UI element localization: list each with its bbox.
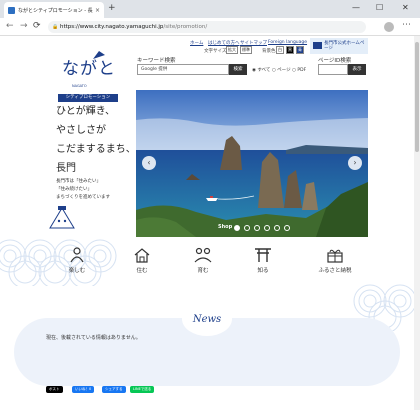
page-scrollbar[interactable] [414, 36, 420, 410]
browser-tab[interactable]: ながとシティプロモーション - 長門市出 × [4, 2, 104, 18]
hero-sub-line: まちづくりを進めています [56, 195, 110, 200]
page-id-input[interactable] [318, 64, 348, 75]
contrast-black-button[interactable]: 黒 [286, 46, 294, 54]
slide-dot[interactable] [284, 225, 290, 231]
lock-icon: 🔒 [52, 24, 59, 30]
logo-flag-icon [93, 51, 105, 59]
site-logo[interactable]: ながと NAGATO シティプロモーション [58, 50, 118, 104]
nav-enjoy[interactable]: 楽しむ [52, 246, 102, 274]
slide-dot[interactable] [244, 225, 250, 231]
browser-menu-icon[interactable]: ⋯ [402, 20, 411, 30]
city-flag-icon [313, 42, 322, 49]
house-icon [134, 248, 150, 263]
hero-seascape-image [136, 90, 368, 237]
favicon-icon [8, 6, 15, 14]
official-site-link[interactable]: 長門市公式ホームページ [310, 38, 368, 54]
keyword-search-input[interactable]: Google 提供 [137, 64, 229, 75]
browser-tab-bar: ながとシティプロモーション - 長門市出 × + — ☐ ✕ [0, 0, 420, 18]
news-heading: News [182, 302, 232, 336]
page-content: ながと NAGATO シティプロモーション ホーム はじめての方へ サイトマップ… [0, 36, 414, 410]
nav-enjoy-label: 楽しむ [68, 268, 86, 274]
keyword-search-title: キーワード検索 [137, 58, 176, 64]
radio-all[interactable]: ◉ すべて [252, 68, 270, 73]
maximize-button[interactable]: ☐ [376, 3, 383, 12]
family-icon [194, 247, 212, 263]
hero-sub-line: 「住み続けたい」 [56, 187, 92, 192]
line-share-button[interactable]: LINEで送る [130, 386, 155, 393]
link-foreign-language[interactable]: Foreign language [268, 40, 307, 45]
url-path: /site/promotion/ [163, 24, 208, 30]
keyword-search-placeholder: Google 提供 [141, 67, 168, 72]
contrast-white-button[interactable]: 白 [276, 46, 284, 54]
search-scope-radios[interactable]: ◉ すべて ○ ページ ○ PDF [252, 67, 306, 73]
logo-small-text: NAGATO [72, 84, 87, 88]
hero-line: やさしさが [56, 125, 106, 136]
new-tab-button[interactable]: + [108, 3, 116, 13]
forward-button[interactable]: → [20, 21, 28, 31]
link-home[interactable]: ホーム [190, 40, 203, 46]
nav-know[interactable]: 知る [238, 246, 288, 274]
hero-line: ひとが輝き、 [56, 106, 115, 117]
slide-dot[interactable] [274, 225, 280, 231]
nav-raise[interactable]: 育む [178, 246, 228, 274]
logo-subtitle: シティプロモーション [58, 94, 118, 102]
keyword-search-button[interactable]: 検索 [229, 64, 247, 75]
hero-catchphrase: ひとが輝き、 やさしさが こだまするまち、 長門 [56, 102, 136, 178]
contrast-label: 背景色 [262, 49, 276, 54]
url-host: https://www.city.nagato.yamaguchi.jp [60, 24, 164, 30]
back-button[interactable]: ← [6, 21, 14, 31]
nav-hometown-tax[interactable]: ふるさと納税 [310, 246, 360, 274]
page-id-button[interactable]: 表示 [348, 64, 366, 75]
gift-icon [327, 249, 343, 263]
profile-avatar[interactable] [384, 22, 394, 32]
url-field[interactable]: 🔒 https://www.city.nagato.yamaguchi.jp/s… [48, 21, 366, 33]
hero-subtext: 長門市は「住みたい」 「住み続けたい」 まちづくりを進めています [56, 178, 110, 202]
nav-hometown-tax-label: ふるさと納税 [318, 268, 352, 274]
tab-title: ながとシティプロモーション - 長門市出 [18, 7, 93, 14]
person-icon [70, 247, 84, 263]
hero-next-button[interactable]: › [348, 156, 362, 170]
radio-pdf[interactable]: ○ PDF [292, 68, 306, 73]
scrollbar-thumb[interactable] [415, 42, 419, 152]
slide-dot-active[interactable] [234, 225, 240, 231]
radio-page[interactable]: ○ ページ [272, 68, 291, 73]
hero-line: 長門 [56, 163, 76, 174]
reload-button[interactable]: ⟳ [33, 21, 41, 31]
contrast-blue-button[interactable]: 青 [296, 46, 304, 54]
font-size-label: 文字サイズ [204, 49, 227, 54]
page-id-search-title: ページID検索 [318, 58, 352, 64]
close-window-button[interactable]: ✕ [402, 3, 409, 12]
news-empty-message: 現在、後載されている情報はありません。 [46, 335, 141, 341]
address-bar-row: ← → ⟳ 🔒 https://www.city.nagato.yamaguch… [0, 18, 420, 36]
nav-live[interactable]: 住む [117, 246, 167, 274]
font-size-large-button[interactable]: 拡大 [226, 46, 238, 54]
logo-text: ながと [62, 59, 116, 79]
hero-shop-label: Shop [218, 224, 233, 230]
torii-icon [255, 248, 271, 262]
hero-prev-button[interactable]: ‹ [142, 156, 156, 170]
slide-dot[interactable] [254, 225, 260, 231]
facebook-like-button[interactable]: いいね！0 [72, 386, 95, 393]
nav-know-label: 知る [257, 268, 269, 274]
minimize-button[interactable]: — [352, 3, 360, 12]
official-site-label: 長門市公式ホームページ [324, 41, 365, 51]
font-size-standard-button[interactable]: 標準 [240, 46, 252, 54]
hero-slideshow[interactable]: ‹ › Shop [136, 90, 368, 237]
facebook-share-button[interactable]: シェアする [102, 386, 126, 393]
nav-live-label: 住む [136, 268, 148, 274]
mascot-icon [49, 206, 75, 229]
share-x-button[interactable]: ポスト [46, 386, 63, 393]
slide-dot[interactable] [264, 225, 270, 231]
hero-sub-line: 長門市は「住みたい」 [56, 179, 101, 184]
tab-close-icon[interactable]: × [95, 7, 100, 14]
nav-raise-label: 育む [197, 268, 209, 274]
hero-line: こだまするまち、 [56, 144, 136, 155]
